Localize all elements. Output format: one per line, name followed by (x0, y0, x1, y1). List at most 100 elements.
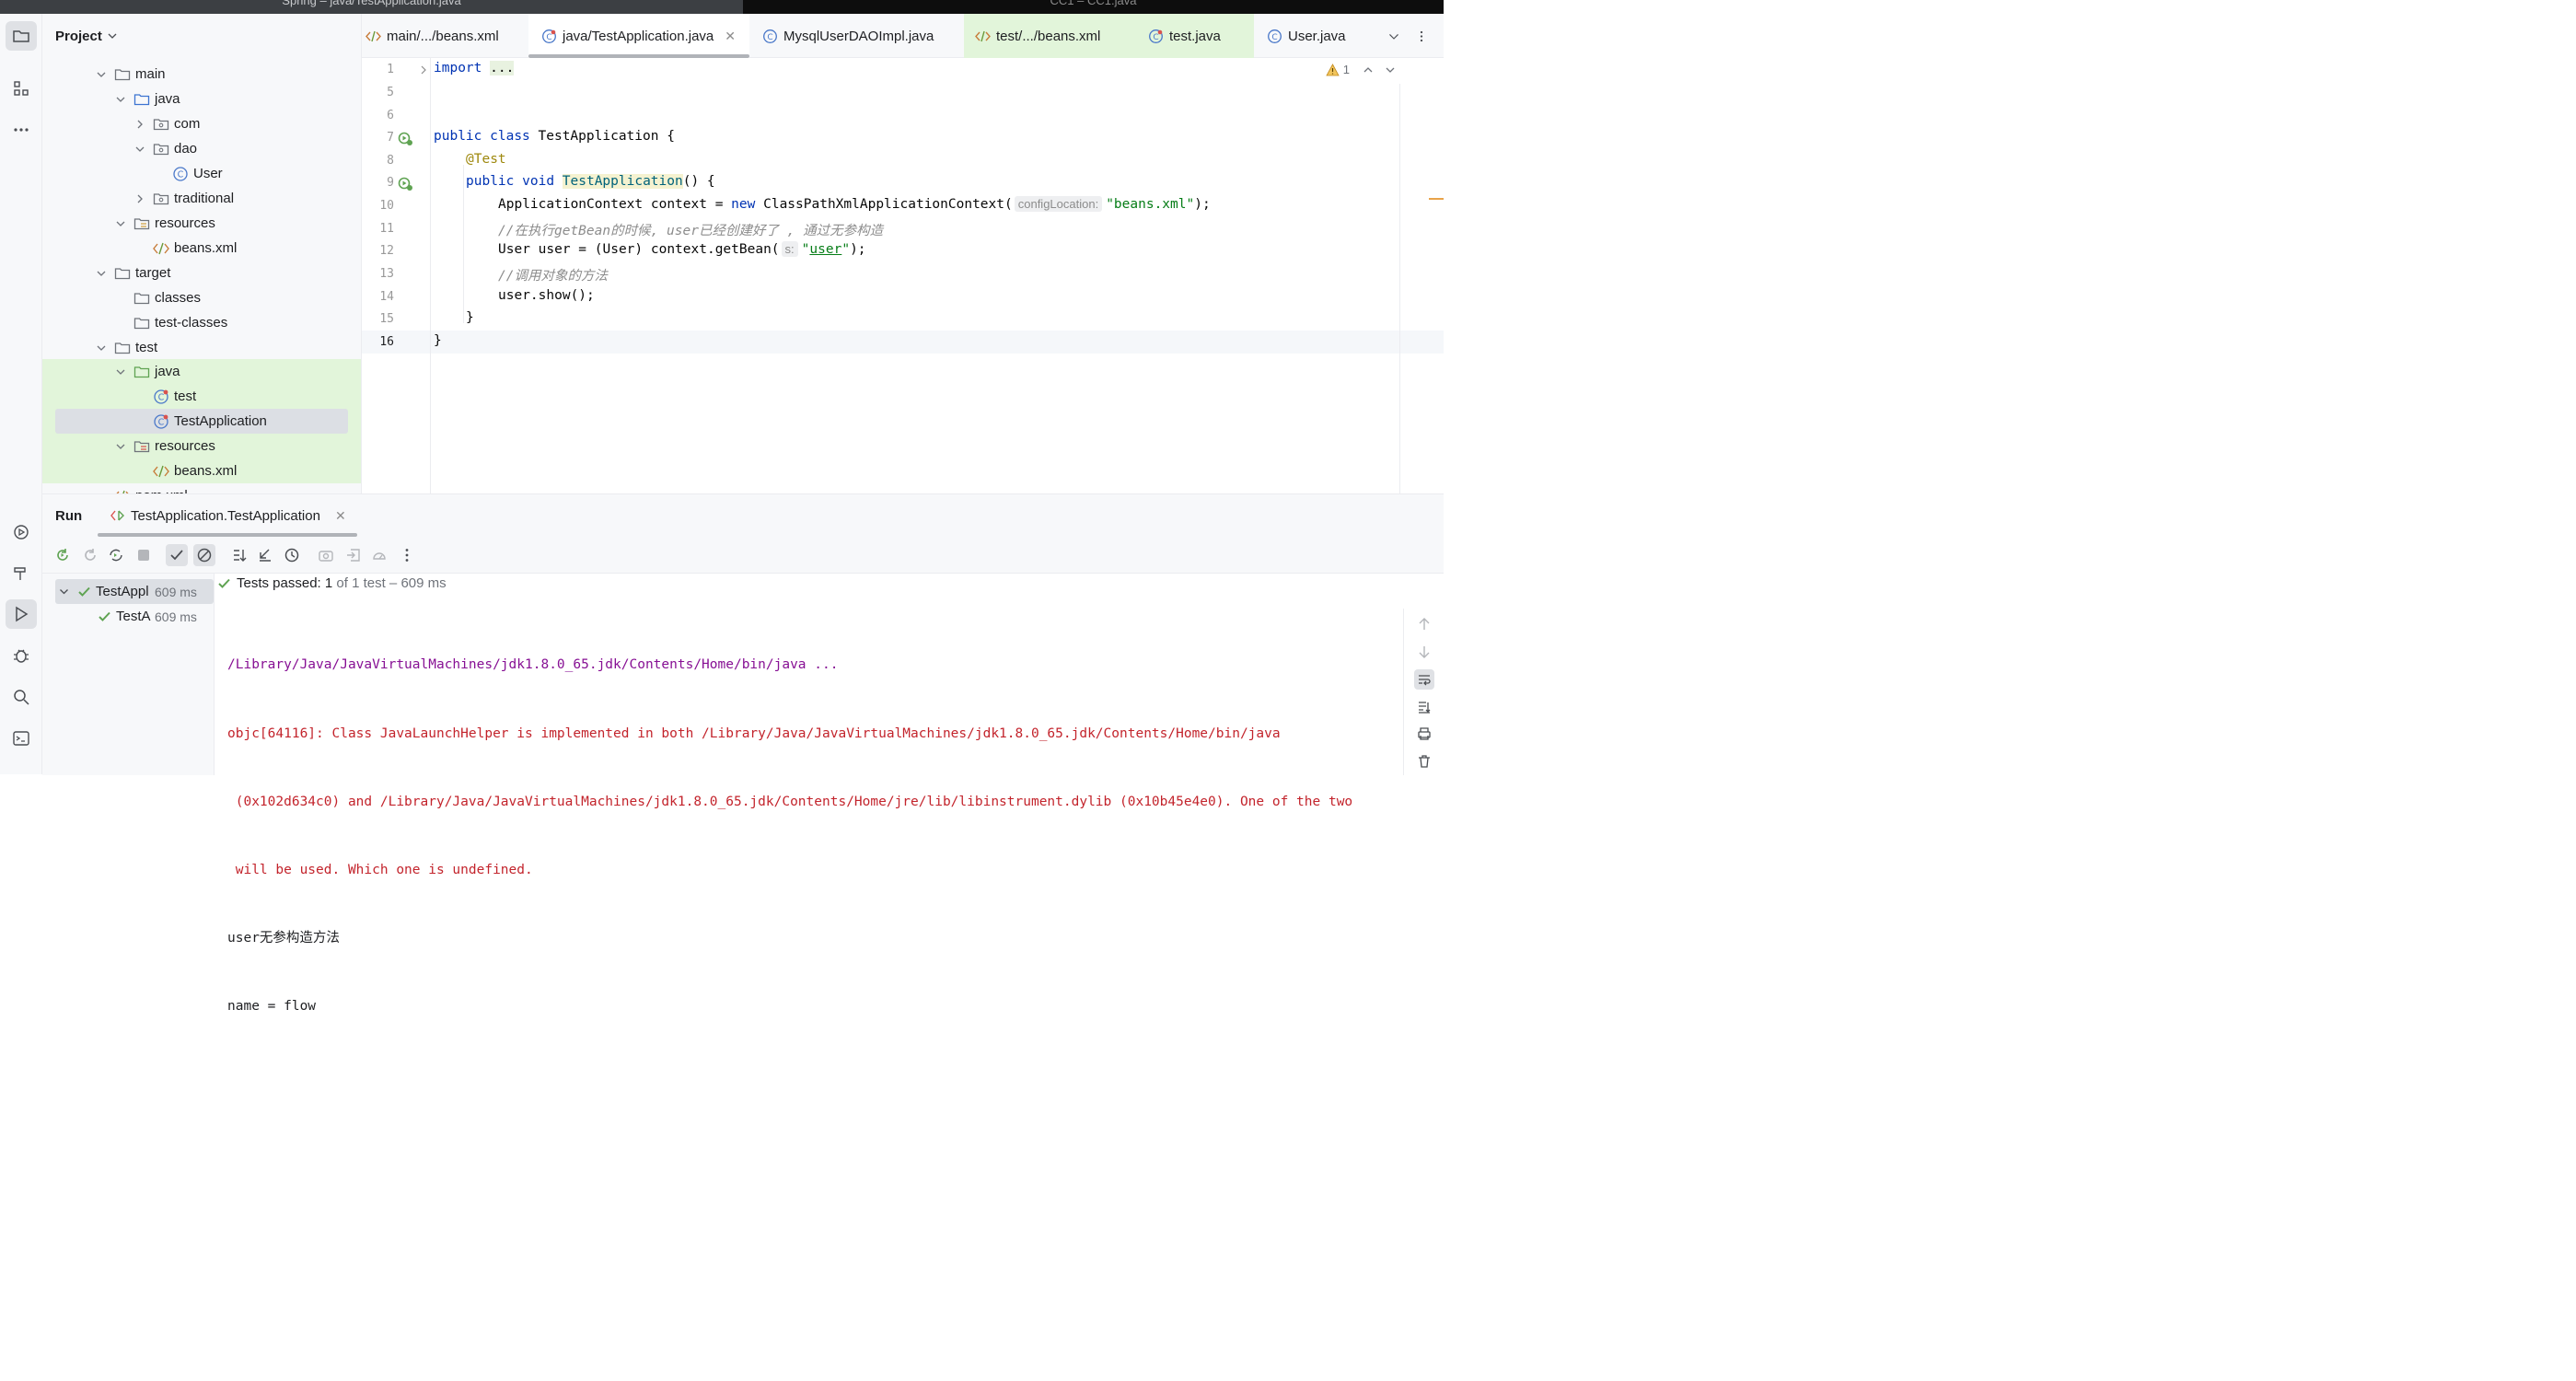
project-tool-button[interactable] (6, 21, 37, 51)
scroll-down-button[interactable] (1414, 642, 1434, 662)
class-icon: C (173, 166, 188, 181)
show-passed-toggle[interactable] (166, 544, 188, 566)
tree-item-java[interactable]: java (42, 359, 361, 384)
chevron-right-icon[interactable] (134, 119, 145, 130)
chevron-down-icon[interactable] (96, 268, 107, 279)
print-button[interactable] (1414, 724, 1434, 744)
run-tool-button[interactable] (6, 599, 37, 629)
snapshot-button[interactable] (315, 544, 337, 566)
tree-item-dao[interactable]: dao (42, 136, 361, 161)
run-gutter-icon[interactable] (398, 131, 413, 146)
checkmark-icon (170, 550, 183, 561)
soft-wrap-toggle[interactable] (1414, 669, 1434, 690)
coverage-button[interactable] (368, 544, 390, 566)
run-configuration-tab[interactable]: TestApplication.TestApplication ✕ (98, 494, 357, 537)
chevron-up-icon[interactable] (1363, 64, 1374, 75)
chevron-right-icon[interactable] (134, 193, 145, 204)
tree-item-testapplication[interactable]: C TestApplication (42, 409, 361, 434)
inspection-widget[interactable]: 1 (1326, 63, 1396, 76)
tree-item-main[interactable]: main (42, 62, 361, 87)
tree-item-pom-xml[interactable]: pom.xml (42, 483, 361, 493)
close-icon[interactable]: ✕ (725, 29, 736, 44)
chevron-down-icon[interactable] (96, 69, 107, 80)
fold-arrow-icon[interactable] (419, 64, 428, 75)
tab-user-java[interactable]: C User.java (1254, 14, 1374, 58)
tree-item-com[interactable]: com (42, 111, 361, 136)
sort-button[interactable] (228, 544, 250, 566)
ignored-icon (197, 548, 212, 563)
chevron-down-icon[interactable] (115, 441, 126, 452)
structure-tool-button[interactable] (6, 74, 37, 103)
tree-item-resources[interactable]: resources (42, 211, 361, 236)
scroll-up-button[interactable] (1414, 614, 1434, 634)
tree-item-label: User (193, 166, 223, 181)
chevron-down-icon (108, 33, 117, 39)
tree-item-test[interactable]: Ctest (42, 384, 361, 409)
tab-list-button[interactable] (1387, 14, 1406, 58)
tool-window-strip (0, 14, 42, 774)
terminal-tool-button[interactable] (6, 724, 37, 753)
tab-mysql-user-dao-impl[interactable]: C MysqlUserDAOImpl.java (749, 14, 964, 58)
more-tools-button[interactable] (6, 115, 37, 145)
show-ignored-toggle[interactable] (193, 544, 215, 566)
scroll-to-end-button[interactable] (1414, 697, 1434, 717)
folded-imports[interactable]: ... (490, 61, 515, 75)
code-text: User user = (User) context.getBean( (498, 242, 780, 257)
build-tool-button[interactable] (6, 558, 37, 587)
tree-item-traditional[interactable]: traditional (42, 186, 361, 211)
console-output[interactable]: /Library/Java/JavaVirtualMachines/jdk1.8… (227, 609, 1352, 1063)
test-duration: 609 ms (155, 609, 197, 624)
tree-item-beans-xml[interactable]: beans.xml (42, 236, 361, 261)
console-line[interactable]: /Library/Java/JavaVirtualMachines/jdk1.8… (227, 654, 1352, 677)
tree-item-target[interactable]: target (42, 261, 361, 285)
tab-main-beans-xml[interactable]: main/.../beans.xml (362, 14, 528, 58)
import-tests-button[interactable] (342, 544, 365, 566)
chevron-down-icon[interactable] (115, 94, 126, 105)
string-quote: " (841, 242, 851, 257)
chevron-down-icon[interactable] (59, 586, 69, 597)
tree-item-classes[interactable]: classes (42, 285, 361, 310)
find-tool-button[interactable] (6, 682, 37, 712)
passed-check-icon (78, 586, 90, 597)
clear-console-button[interactable] (1414, 751, 1434, 772)
rerun-failed-button[interactable] (79, 544, 101, 566)
tab-options-button[interactable] (1415, 14, 1433, 58)
project-panel-header[interactable]: Project (42, 14, 361, 58)
tab-test-beans-xml[interactable]: test/.../beans.xml (964, 14, 1135, 58)
xml-icon (153, 465, 169, 477)
debug-tool-button[interactable] (6, 641, 37, 670)
chevron-down-icon[interactable] (1385, 64, 1396, 75)
chevron-down-icon[interactable] (115, 218, 126, 229)
run-gutter-icon[interactable] (398, 176, 413, 191)
warning-scroll-marker[interactable] (1429, 198, 1444, 200)
gutter-divider (430, 58, 431, 493)
tree-item-resources[interactable]: resources (42, 434, 361, 458)
code-text: () { (682, 174, 715, 189)
toggle-auto-test-button[interactable] (105, 544, 127, 566)
tree-item-test[interactable]: test (42, 335, 361, 360)
svg-text:C: C (767, 33, 772, 42)
tree-item-test-classes[interactable]: test-classes (42, 310, 361, 335)
tab-test-java[interactable]: C test.java (1135, 14, 1254, 58)
rerun-button[interactable] (52, 544, 74, 566)
stop-button[interactable] (133, 544, 155, 566)
chevron-down-icon[interactable] (134, 144, 145, 155)
string-literal[interactable]: user (809, 242, 841, 257)
test-suite-row[interactable]: TestAppl 609 ms (55, 579, 214, 604)
services-tool-button[interactable] (6, 517, 37, 547)
console-line: (0x102d634c0) and /Library/Java/JavaVirt… (227, 794, 1353, 809)
more-options-button[interactable] (396, 544, 418, 566)
chevron-down-icon[interactable] (96, 342, 107, 354)
code-editor[interactable]: 1 5 6 7 8 9 10 11 12 13 14 15 16 import … (362, 58, 1444, 493)
collapse-all-button[interactable] (254, 544, 276, 566)
tree-item-java[interactable]: java (42, 87, 361, 111)
test-history-button[interactable] (281, 544, 303, 566)
chevron-down-icon[interactable] (115, 366, 126, 377)
test-class-icon: C (1149, 29, 1163, 43)
tree-item-beans-xml[interactable]: beans.xml (42, 458, 361, 483)
test-case-row[interactable]: TestA 609 ms (55, 604, 214, 629)
tree-item-user[interactable]: C User (42, 161, 361, 186)
method-name: TestApplication (562, 174, 683, 189)
tab-test-application-java[interactable]: C java/TestApplication.java ✕ (528, 14, 749, 58)
close-icon[interactable]: ✕ (335, 508, 346, 524)
